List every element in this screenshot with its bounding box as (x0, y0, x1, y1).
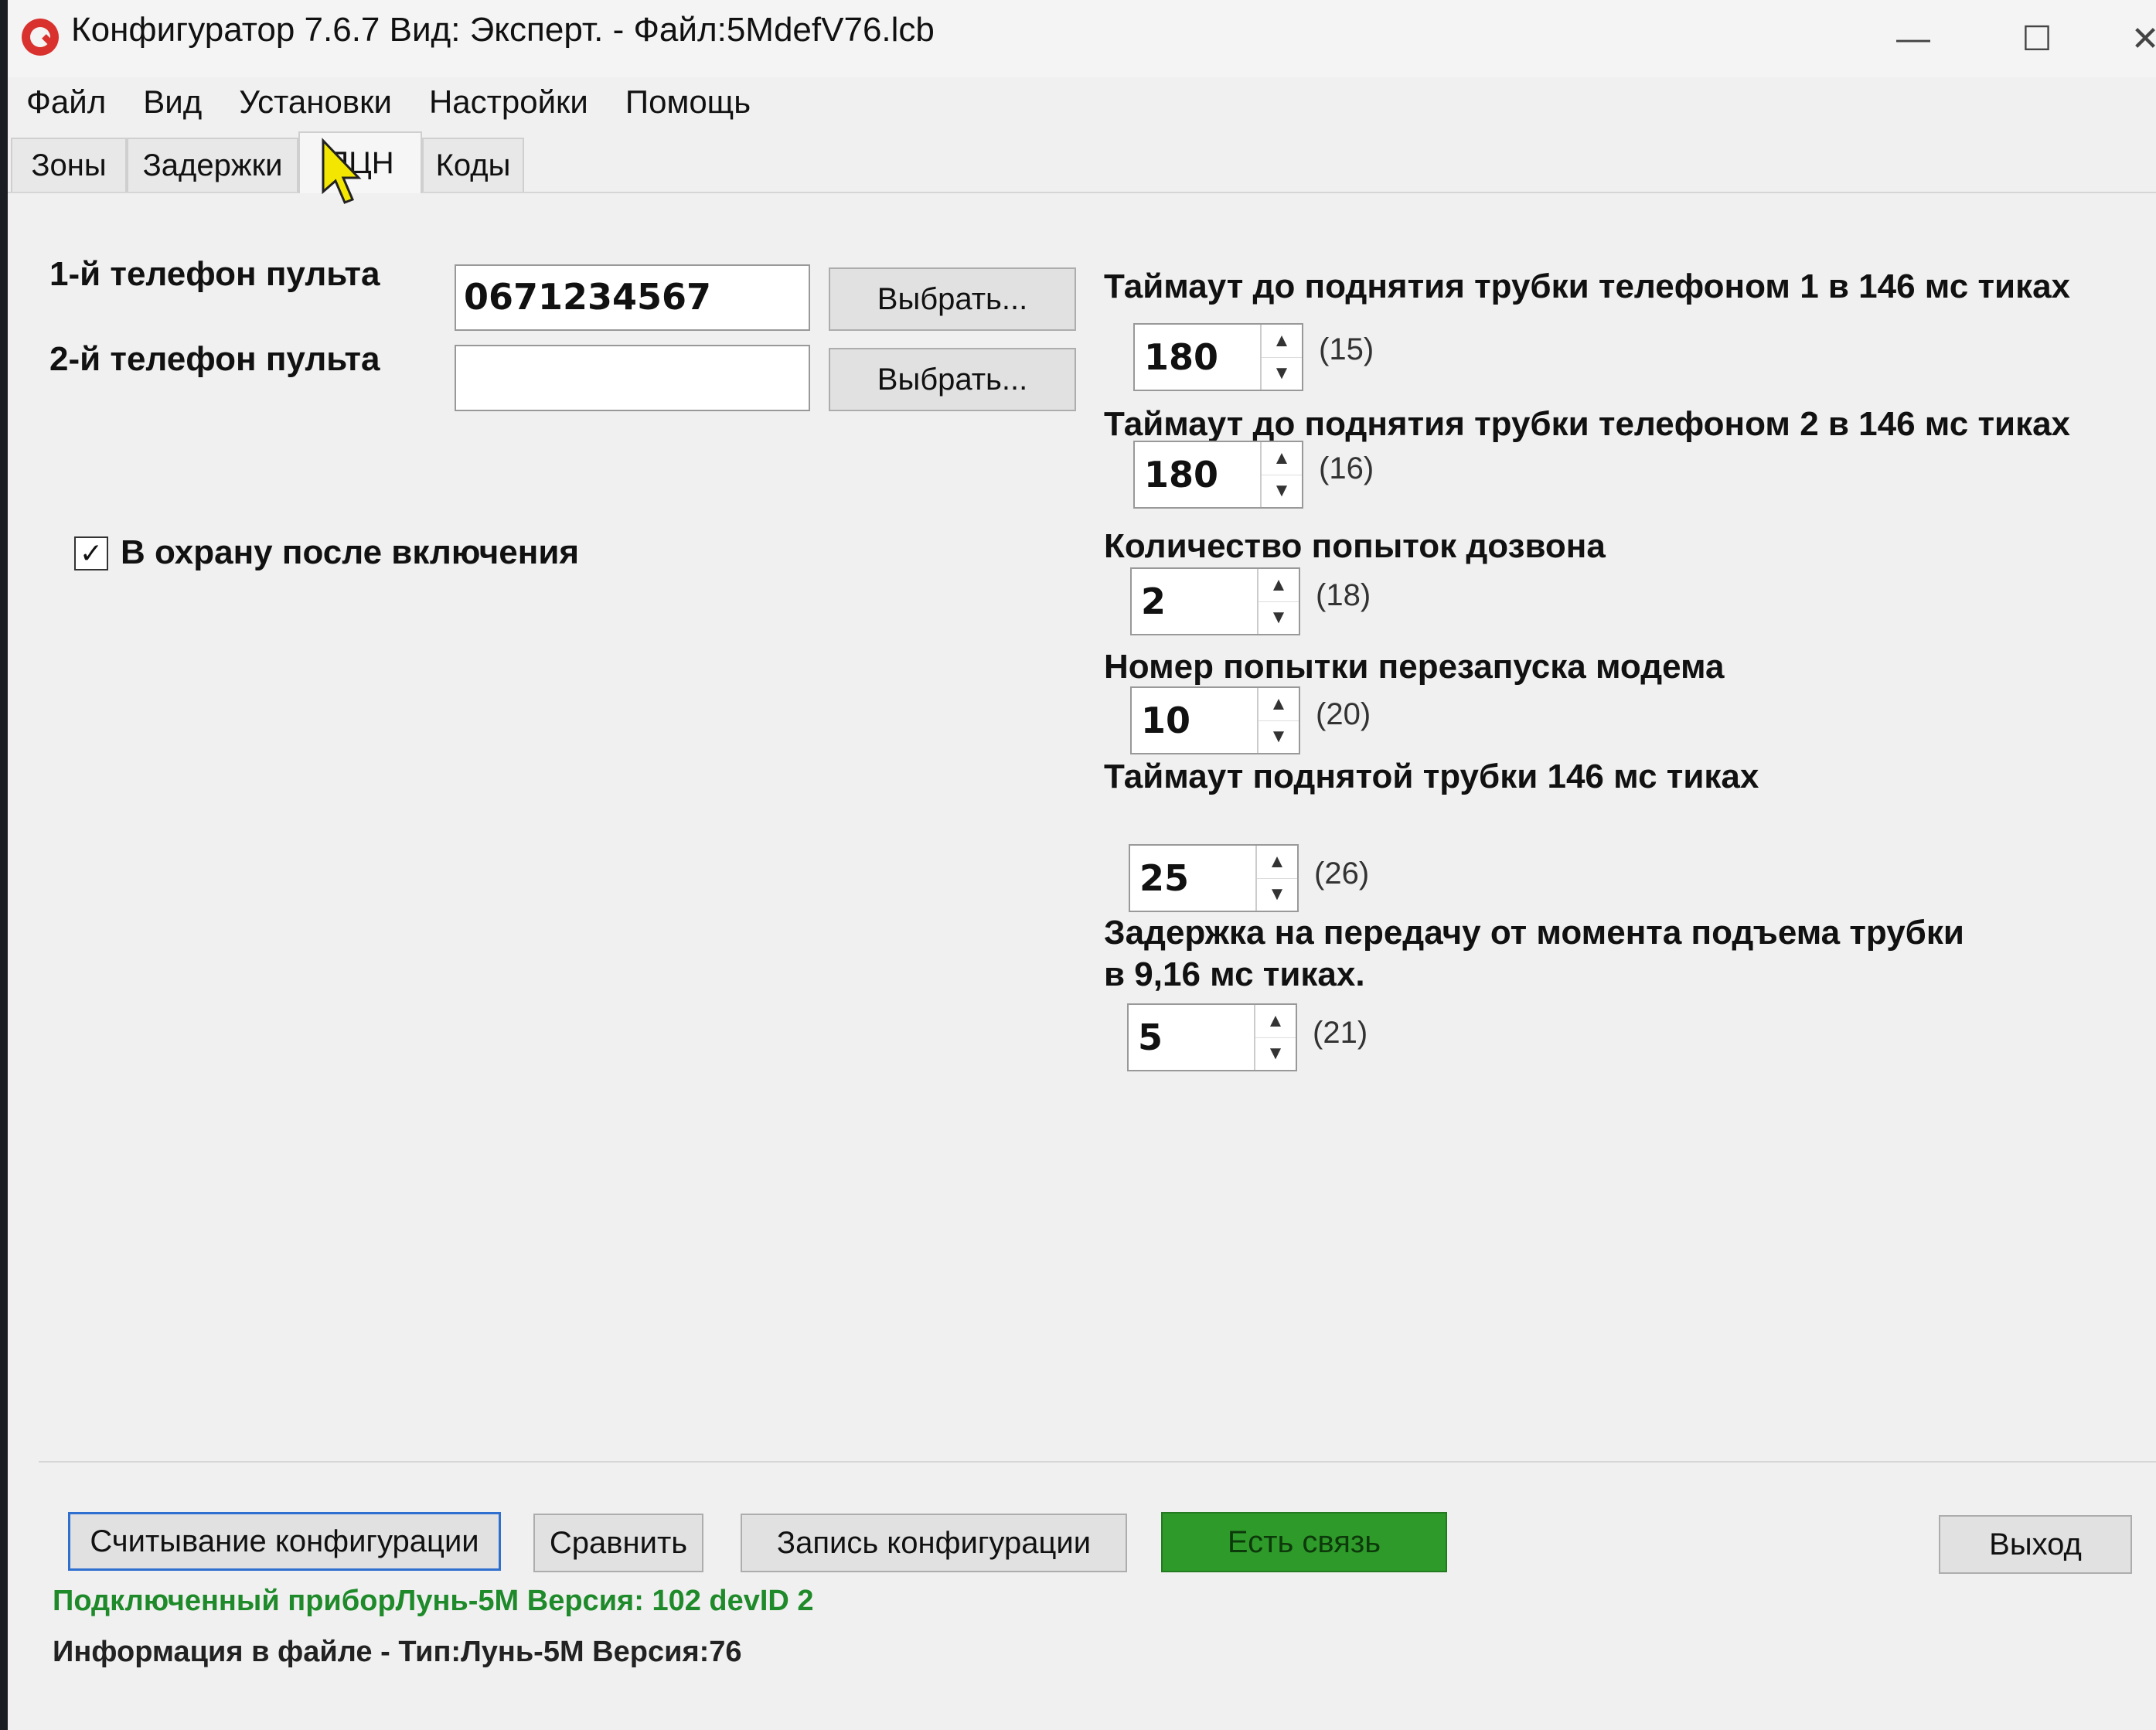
param-value: 180 (1144, 336, 1219, 378)
param-label-dial-attempts: Количество попыток дозвона (1104, 527, 1606, 565)
param-label-timeout-phone2: Таймаут до поднятия трубки телефоном 2 в… (1104, 405, 2071, 443)
phone1-select-button[interactable]: Выбрать... (829, 267, 1076, 331)
maximize-button[interactable]: ☐ (2010, 15, 2064, 62)
arm-after-power-label: В охрану после включения (121, 533, 580, 571)
arm-after-power-checkbox[interactable]: ✓ (74, 536, 108, 570)
spin-buttons: ▲ ▼ (1257, 569, 1299, 634)
param-address: (18) (1316, 578, 1371, 612)
param-address: (15) (1319, 332, 1374, 366)
compare-button[interactable]: Сравнить (533, 1514, 703, 1572)
menu-help[interactable]: Помощь (607, 83, 769, 121)
param-value: 180 (1144, 454, 1219, 496)
param-label-modem-restart: Номер попытки перезапуска модема (1104, 648, 1725, 686)
title-bar: Конфигуратор 7.6.7 Вид: Эксперт. - Файл:… (8, 0, 2156, 77)
param-address: (20) (1316, 697, 1371, 731)
spin-up-icon[interactable]: ▲ (1262, 442, 1302, 475)
param-spinbox-timeout-phone1[interactable]: 180 ▲ ▼ (1133, 323, 1303, 391)
param-spinbox-offhook-timeout[interactable]: 25 ▲ ▼ (1129, 844, 1299, 912)
connection-status-button[interactable]: Есть связь (1161, 1512, 1447, 1572)
configurator-window: Конфигуратор 7.6.7 Вид: Эксперт. - Файл:… (8, 0, 2156, 1730)
tab-zones[interactable]: Зоны (11, 138, 127, 192)
app-logo-icon (22, 19, 59, 56)
exit-button[interactable]: Выход (1939, 1515, 2132, 1574)
phone2-input[interactable] (455, 345, 810, 411)
spin-buttons: ▲ ▼ (1254, 1005, 1296, 1070)
phone1-label: 1-й телефон пульта (49, 255, 380, 293)
spin-up-icon[interactable]: ▲ (1257, 846, 1297, 879)
param-value: 5 (1138, 1017, 1163, 1058)
tab-pcn[interactable]: ПЦН (298, 131, 422, 193)
spin-down-icon[interactable]: ▼ (1259, 602, 1299, 635)
param-spinbox-tx-delay[interactable]: 5 ▲ ▼ (1127, 1003, 1297, 1071)
spin-up-icon[interactable]: ▲ (1259, 569, 1299, 602)
spin-down-icon[interactable]: ▼ (1255, 1038, 1296, 1071)
spin-up-icon[interactable]: ▲ (1262, 325, 1302, 358)
tab-delays[interactable]: Задержки (127, 138, 298, 192)
menu-setup[interactable]: Установки (220, 83, 410, 121)
pcn-tab-panel: 1-й телефон пульта 0671234567 Выбрать...… (8, 193, 2156, 1730)
param-address: (21) (1313, 1016, 1368, 1050)
param-label-offhook-timeout: Таймаут поднятой трубки 146 мс тиках (1104, 758, 1759, 795)
phone2-select-button[interactable]: Выбрать... (829, 348, 1076, 411)
spin-down-icon[interactable]: ▼ (1259, 721, 1299, 754)
menu-settings[interactable]: Настройки (410, 83, 607, 121)
menu-bar: Файл Вид Установки Настройки Помощь (8, 77, 2156, 127)
minimize-button[interactable]: — (1886, 15, 1940, 62)
read-config-button[interactable]: Считывание конфигурации (68, 1512, 501, 1571)
tab-strip: Зоны Задержки ПЦН Коды (8, 131, 2156, 193)
param-spinbox-dial-attempts[interactable]: 2 ▲ ▼ (1130, 567, 1300, 635)
param-spinbox-timeout-phone2[interactable]: 180 ▲ ▼ (1133, 441, 1303, 509)
spin-down-icon[interactable]: ▼ (1262, 475, 1302, 508)
param-address: (16) (1319, 451, 1374, 485)
spin-buttons: ▲ ▼ (1257, 688, 1299, 753)
param-spinbox-modem-restart[interactable]: 10 ▲ ▼ (1130, 686, 1300, 754)
spin-up-icon[interactable]: ▲ (1255, 1005, 1296, 1038)
close-button[interactable]: ✕ (2118, 15, 2156, 62)
param-address: (26) (1314, 856, 1370, 891)
param-value: 25 (1139, 857, 1190, 899)
file-info-status: Информация в файле - Тип:Лунь-5М Версия:… (53, 1636, 742, 1668)
menu-view[interactable]: Вид (124, 83, 220, 121)
tab-codes[interactable]: Коды (422, 138, 524, 192)
window-title: Конфигуратор 7.6.7 Вид: Эксперт. - Файл:… (71, 11, 935, 49)
write-config-button[interactable]: Запись конфигурации (741, 1514, 1127, 1572)
param-value: 2 (1141, 581, 1167, 622)
spin-up-icon[interactable]: ▲ (1259, 688, 1299, 721)
param-label-tx-delay: Задержка на передачу от момента подъема … (1104, 914, 1964, 993)
bottom-separator (39, 1461, 2156, 1463)
spin-down-icon[interactable]: ▼ (1257, 879, 1297, 911)
phone1-input[interactable]: 0671234567 (455, 264, 810, 331)
spin-buttons: ▲ ▼ (1260, 325, 1302, 390)
menu-file[interactable]: Файл (8, 83, 124, 121)
param-label-timeout-phone1: Таймаут до поднятия трубки телефоном 1 в… (1104, 267, 2071, 305)
param-value: 10 (1141, 700, 1191, 741)
spin-down-icon[interactable]: ▼ (1262, 358, 1302, 390)
connected-device-status: Подключенный приборЛунь-5М Версия: 102 d… (53, 1585, 814, 1617)
spin-buttons: ▲ ▼ (1260, 442, 1302, 507)
spin-buttons: ▲ ▼ (1255, 846, 1297, 911)
phone2-label: 2-й телефон пульта (49, 340, 380, 378)
